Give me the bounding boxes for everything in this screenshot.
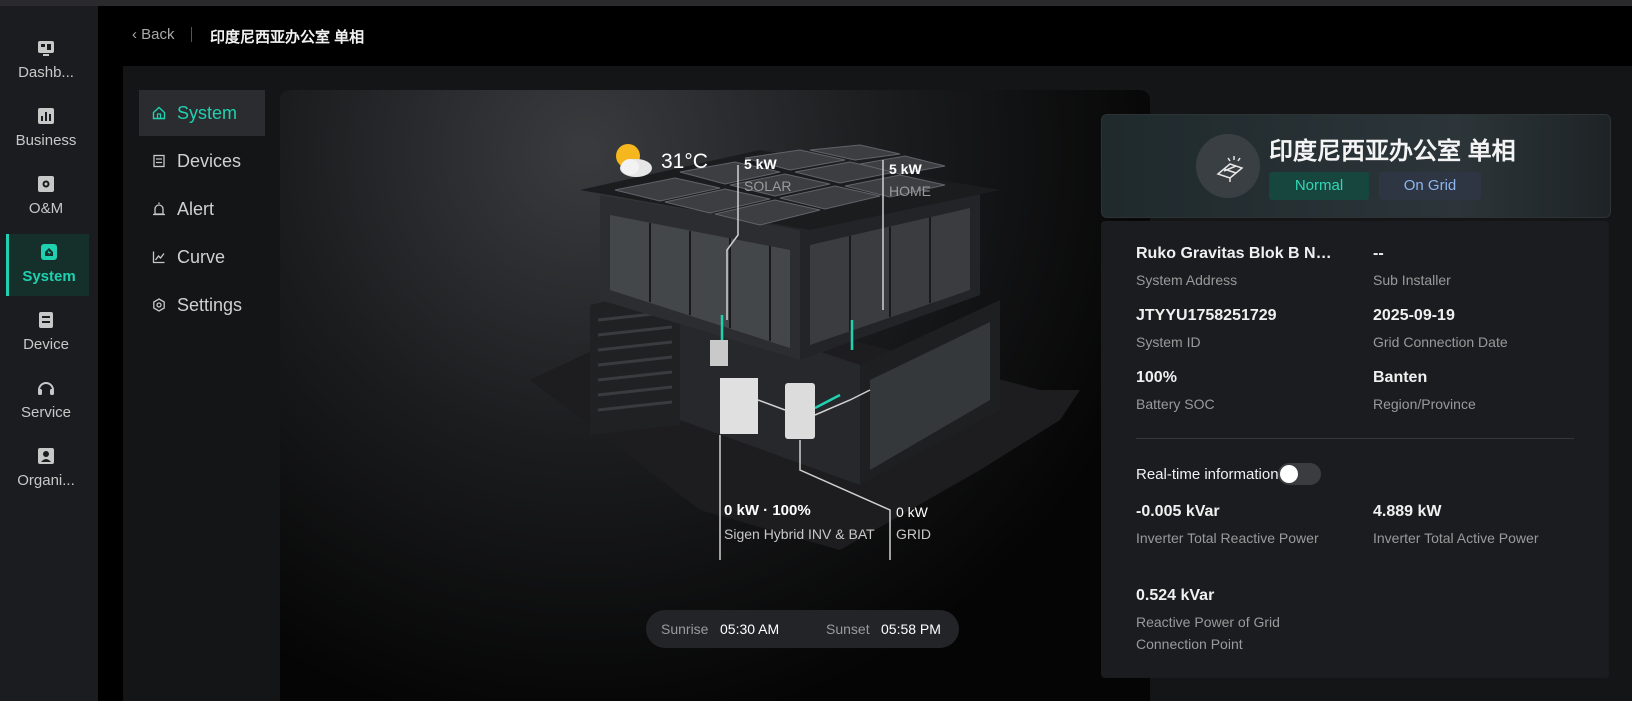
system-house-icon [41, 244, 57, 260]
nav-system[interactable]: System [6, 234, 89, 296]
nav-service-label: Service [20, 404, 72, 421]
chevron-left-icon: ‹ [132, 26, 137, 43]
sub-installer-value: -- [1373, 245, 1384, 262]
grid-connection-date-label: Grid Connection Date [1373, 334, 1508, 350]
nav-dashboard-label: Dashb... [18, 64, 74, 81]
region-value: Banten [1373, 369, 1428, 386]
system-subnav: System Devices Alert Curve Settings [139, 90, 265, 330]
tab-curve[interactable]: Curve [139, 234, 265, 280]
sub-installer-field: -- Sub Installer [1373, 245, 1573, 291]
grid-label: GRID [896, 526, 931, 542]
main-sidebar: Dashb... Business O&M System Device Serv… [0, 6, 98, 701]
system-id-field: JTYYU1758251729 System ID [1136, 307, 1336, 353]
battery-soc-field: 100% Battery SOC [1136, 369, 1336, 415]
grid-power-value: 0 kW [896, 504, 928, 520]
temperature: 31°C [661, 150, 708, 173]
line-chart-icon [152, 251, 165, 264]
active-power-value: 4.889 kW [1373, 503, 1442, 520]
nav-dashboard[interactable]: Dashb... [6, 30, 86, 92]
battery-soc-label: Battery SOC [1136, 396, 1215, 412]
breadcrumb-divider [191, 27, 192, 42]
reactive-power-field: -0.005 kVar Inverter Total Reactive Powe… [1136, 503, 1326, 549]
sunset-time: 05:58 PM [881, 621, 941, 637]
grid-reactive-power-label: Reactive Power of Grid Connection Point [1136, 614, 1280, 652]
solar-label: SOLAR [744, 178, 792, 194]
site-name: 印度尼西亚办公室 单相 [1269, 138, 1516, 165]
tab-curve-label: Curve [177, 247, 226, 267]
sun-times: Sunrise 05:30 AM Sunset 05:58 PM [646, 610, 959, 648]
site-details-panel: Ruko Gravitas Blok B No... System Addres… [1101, 221, 1609, 678]
tab-alert[interactable]: Alert [139, 186, 265, 232]
reactive-power-value: -0.005 kVar [1136, 503, 1220, 520]
active-power-label: Inverter Total Active Power [1373, 530, 1539, 546]
nav-system-label: System [22, 268, 76, 285]
home-power-value: 5 kW [889, 161, 922, 177]
dashboard-icon [38, 41, 54, 56]
tab-settings[interactable]: Settings [139, 282, 265, 328]
back-button[interactable]: ‹ Back [132, 26, 175, 43]
maintenance-icon [38, 176, 54, 192]
back-label: Back [141, 26, 175, 43]
bar-chart-icon [38, 108, 54, 124]
home-label: HOME [889, 183, 931, 199]
page-title: 印度尼西亚办公室 单相 [210, 29, 365, 46]
system-address-value: Ruko Gravitas Blok B No... [1136, 245, 1336, 262]
nav-device[interactable]: Device [6, 302, 86, 364]
region-field: Banten Region/Province [1373, 369, 1573, 415]
devices-icon [153, 154, 165, 168]
nav-om-label: O&M [28, 200, 64, 217]
sunrise-time: 05:30 AM [720, 621, 780, 637]
nav-device-label: Device [23, 336, 69, 353]
tab-devices[interactable]: Devices [139, 138, 265, 184]
nav-organization-label: Organi... [17, 472, 75, 489]
organization-icon [38, 448, 54, 464]
sub-installer-label: Sub Installer [1373, 272, 1451, 288]
headset-icon [38, 382, 54, 395]
reactive-power-label: Inverter Total Reactive Power [1136, 530, 1319, 546]
system-id-value: JTYYU1758251729 [1136, 307, 1277, 324]
battery-soc-value: 100% [1136, 369, 1177, 386]
sunrise-label: Sunrise [661, 621, 709, 637]
toggle-knob [1280, 465, 1298, 483]
tab-settings-label: Settings [177, 295, 243, 315]
grid-reactive-power-value: 0.524 kVar [1136, 587, 1215, 604]
tab-alert-label: Alert [177, 199, 215, 219]
site-avatar [1196, 134, 1260, 198]
grid-connection-date-value: 2025-09-19 [1373, 307, 1455, 324]
site-header-card: 印度尼西亚办公室 单相 Normal On Grid [1101, 114, 1611, 218]
realtime-toggle[interactable] [1278, 463, 1321, 485]
inverter-label: Sigen Hybrid INV & BAT [724, 526, 875, 542]
home-icon [152, 106, 166, 120]
nav-organization[interactable]: Organi... [6, 438, 86, 500]
energy-flow-scene: 31°C 5 kW SOLAR 5 kW HOME 0 kW · 100% Si… [280, 90, 1150, 701]
nav-om[interactable]: O&M [6, 166, 86, 228]
grid-connection-date-field: 2025-09-19 Grid Connection Date [1373, 307, 1573, 353]
solar-power-value: 5 kW [744, 156, 777, 172]
system-address-label: System Address [1136, 272, 1238, 288]
tab-devices-label: Devices [177, 151, 242, 171]
nav-service[interactable]: Service [6, 370, 86, 432]
status-badge: Normal [1269, 172, 1369, 200]
grid-status-badge: On Grid [1379, 172, 1481, 200]
solar-panel-icon [1216, 156, 1244, 182]
system-address-field: Ruko Gravitas Blok B No... System Addres… [1136, 245, 1336, 291]
top-bar [0, 0, 1632, 6]
realtime-label: Real-time information [1136, 466, 1279, 483]
grid-reactive-power-field: 0.524 kVar Reactive Power of Grid Connec… [1136, 587, 1306, 655]
system-id-label: System ID [1136, 334, 1201, 350]
tab-system-label: System [177, 103, 238, 123]
device-icon [39, 312, 53, 328]
region-label: Region/Province [1373, 396, 1476, 412]
tab-system[interactable]: System [139, 90, 265, 136]
settings-icon [153, 298, 165, 312]
partly-cloudy-icon [616, 144, 652, 177]
details-divider [1136, 438, 1574, 439]
alarm-icon [153, 202, 165, 216]
nav-business[interactable]: Business [6, 98, 86, 160]
sunset-label: Sunset [826, 621, 870, 637]
active-power-field: 4.889 kW Inverter Total Active Power [1373, 503, 1543, 549]
nav-business-label: Business [15, 132, 77, 149]
inverter-power-value: 0 kW · 100% [724, 502, 811, 519]
